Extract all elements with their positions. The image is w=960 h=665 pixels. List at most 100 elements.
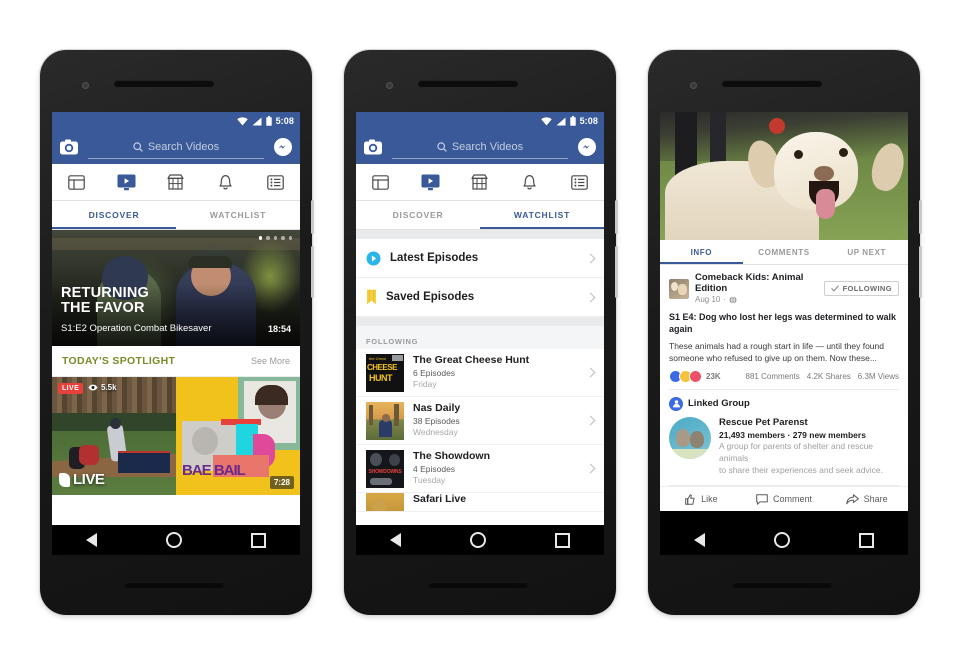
app-nav-tabs-1 [52,164,300,201]
carousel-dot[interactable] [281,236,285,240]
mlb-logo [59,472,70,487]
sidebar-item-marketplace[interactable] [455,174,505,190]
show-episode-count: 6 Episodes [413,367,456,378]
group-name[interactable]: Rescue Pet Parenst [719,417,899,429]
recents-square-icon[interactable] [250,532,266,548]
show-info: The Showdown 4 Episodes Tuesday [413,450,578,487]
carousel-dot[interactable] [273,236,277,240]
search-input[interactable]: Search Videos [88,136,264,159]
sidebar-item-news-feed[interactable] [52,174,102,190]
android-nav-bar-3 [660,525,908,555]
view-count: 5.5k [101,383,117,392]
power-button[interactable] [919,200,922,234]
post-meta: Aug 10 · [695,295,818,305]
sidebar-item-marketplace[interactable] [151,174,201,190]
sidebar-item-news-feed[interactable] [356,174,406,190]
list-item[interactable]: SHOWDOWNS The Showdown 4 Episodes Tuesda… [356,445,604,493]
earpiece-speaker [114,80,214,87]
linked-group-row[interactable]: Rescue Pet Parenst 21,493 members · 279 … [669,416,899,486]
group-avatar[interactable] [669,416,711,459]
group-avatar-ground [669,448,711,459]
messenger-icon[interactable] [578,138,596,156]
share-count[interactable]: 4.2K Shares [807,372,851,381]
volume-button[interactable] [615,246,618,298]
section-spacer [356,230,604,239]
list-item[interactable]: Safari Live [356,493,604,512]
list-item[interactable]: the Great CHEESE HUNT The Great Cheese H… [356,349,604,397]
signal-icon [252,117,262,125]
search-input[interactable]: Search Videos [392,136,568,159]
show-name: Nas Daily [413,401,461,414]
following-button[interactable]: FOLLOWING [823,281,899,297]
camera-icon[interactable] [60,139,78,155]
status-time: 5:08 [579,116,598,126]
mlb-live-text: LIVE [73,471,105,488]
volume-button[interactable] [919,246,922,298]
following-button-label: FOLLOWING [842,284,892,294]
tab-comments[interactable]: COMMENTS [743,240,826,264]
show-info: Nas Daily 38 Episodes Wednesday [413,402,578,439]
hero-title: RETURNING THE FAVOR [61,286,149,316]
video-detail-tabs: INFO COMMENTS UP NEXT [660,240,908,265]
post-date: Aug 10 [695,294,721,304]
video-thumbnail-live-baseball[interactable]: LIVE 5.5k LIVE [52,377,176,495]
carousel-dot[interactable] [258,236,262,240]
tab-watchlist[interactable]: WATCHLIST [176,201,300,229]
sidebar-item-notifications[interactable] [505,174,555,191]
catcher-figure [79,445,100,465]
home-circle-icon[interactable] [773,532,790,548]
sidebar-item-notifications[interactable] [201,174,251,191]
home-circle-icon[interactable] [165,532,182,548]
list-item[interactable]: Nas Daily 38 Episodes Wednesday [356,397,604,445]
carousel-dot[interactable] [288,236,292,240]
wifi-icon [540,116,552,125]
watchlist-row-latest-episodes[interactable]: Latest Episodes [356,239,604,278]
comment-count[interactable]: 881 Comments [746,372,800,381]
status-time: 5:08 [275,116,294,126]
video-thumbnail-bae-or-bail[interactable]: BAE BAIL 7:28 [176,377,300,495]
thumb-person-body [379,419,392,437]
sidebar-item-menu[interactable] [554,174,604,190]
messenger-icon[interactable] [274,138,292,156]
see-more-link[interactable]: See More [251,356,290,366]
tab-up-next[interactable]: UP NEXT [825,240,908,264]
hero-video-card[interactable]: RETURNING THE FAVOR S1:E2 Operation Comb… [52,230,300,346]
back-triangle-icon[interactable] [694,533,706,547]
group-details: Rescue Pet Parenst 21,493 members · 279 … [719,417,899,477]
camera-icon[interactable] [364,139,382,155]
tab-discover[interactable]: DISCOVER [356,201,480,229]
reaction-icons[interactable]: 23K [669,369,721,383]
front-camera-icon [82,82,89,89]
carousel-pagination[interactable] [258,236,292,240]
share-button[interactable]: Share [825,493,908,505]
group-avatar-kitten-1 [676,428,690,447]
sidebar-item-video[interactable] [102,174,152,191]
page-name[interactable]: Comeback Kids: Animal Edition [695,272,818,295]
recents-square-icon[interactable] [858,532,874,548]
power-button[interactable] [311,200,314,234]
thumb-badge [370,477,392,485]
video-play-icon [421,174,440,190]
like-button[interactable]: Like [660,493,743,505]
watchlist-row-saved-episodes[interactable]: Saved Episodes [356,278,604,317]
power-button[interactable] [615,200,618,234]
tab-discover[interactable]: DISCOVER [52,201,176,229]
carousel-dot[interactable] [266,236,270,240]
duration-badge: 7:28 [269,476,294,489]
home-circle-icon[interactable] [469,532,486,548]
volume-button[interactable] [311,246,314,298]
tab-watchlist[interactable]: WATCHLIST [480,201,604,229]
video-player-dog[interactable] [660,112,908,240]
recents-square-icon[interactable] [554,532,570,548]
sidebar-item-video[interactable] [406,174,456,191]
back-triangle-icon[interactable] [390,533,402,547]
thumb-text-hunt: HUNT [369,372,393,383]
sidebar-item-menu[interactable] [250,174,300,190]
back-triangle-icon[interactable] [86,533,98,547]
chevron-right-icon [585,415,596,426]
comment-button[interactable]: Comment [743,493,826,505]
avatar-shape-1 [671,281,678,291]
show-name: Safari Live [413,493,467,505]
tab-info[interactable]: INFO [660,240,743,264]
avatar[interactable] [669,278,689,299]
